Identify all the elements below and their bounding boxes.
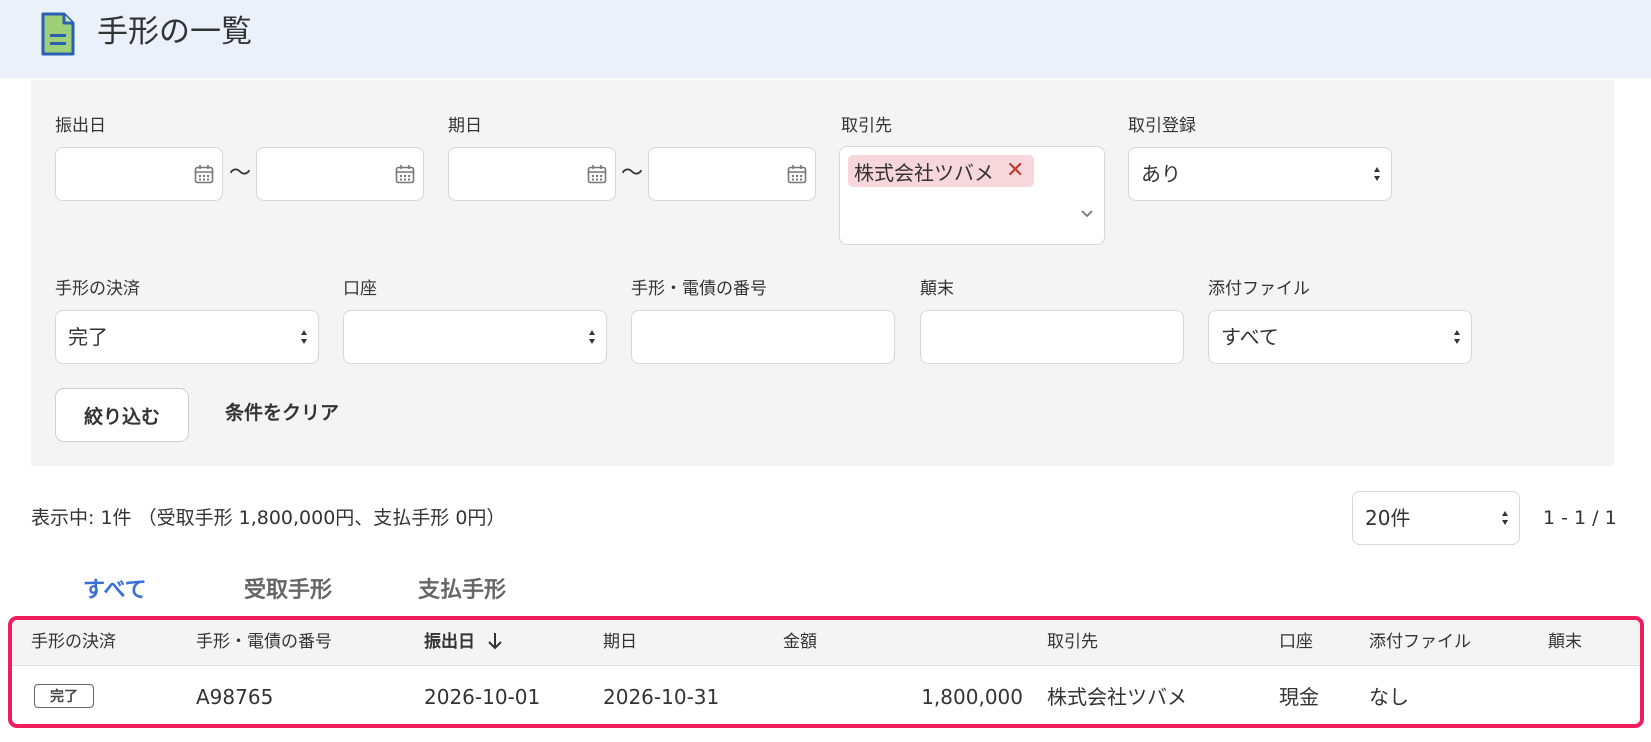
cell-attachment: なし xyxy=(1369,685,1409,709)
page-title: 手形の一覧 xyxy=(97,14,252,50)
cell-number: A98765 xyxy=(196,685,274,709)
attachment-value: すべて xyxy=(1221,325,1279,349)
tab-receivable[interactable]: 受取手形 xyxy=(244,576,332,606)
column-partner[interactable]: 取引先 xyxy=(1047,631,1098,653)
tab-payable[interactable]: 支払手形 xyxy=(418,576,506,606)
date-range-separator: 〜 xyxy=(621,161,644,186)
column-settlement[interactable]: 手形の決済 xyxy=(31,631,116,653)
column-summary[interactable]: 顛末 xyxy=(1548,631,1582,653)
column-amount[interactable]: 金額 xyxy=(783,631,817,653)
number-input[interactable] xyxy=(631,310,895,364)
status-badge: 完了 xyxy=(34,684,94,708)
bills-table: 手形の決済 手形・電債の番号 振出日 期日 金額 取引先 口座 添付ファイル 顛… xyxy=(8,616,1644,728)
partner-multiselect[interactable]: 株式会社ツバメ ✕ xyxy=(839,146,1105,245)
column-attachment[interactable]: 添付ファイル xyxy=(1369,631,1471,653)
column-issue-date-label: 振出日 xyxy=(424,632,475,652)
settlement-select[interactable]: 完了 xyxy=(55,310,319,364)
calendar-icon[interactable] xyxy=(395,164,415,184)
calendar-icon[interactable] xyxy=(587,164,607,184)
trade-registration-value: あり xyxy=(1141,162,1181,186)
cell-due-date: 2026-10-31 xyxy=(603,685,720,709)
results-summary: 表示中: 1件 （受取手形 1,800,000円、支払手形 0円） xyxy=(31,507,506,529)
due-date-to-input[interactable] xyxy=(648,147,816,201)
partner-tag: 株式会社ツバメ ✕ xyxy=(848,155,1035,187)
select-arrows-icon xyxy=(301,330,307,344)
clear-filter-button[interactable]: 条件をクリア xyxy=(225,399,339,427)
issue-date-label: 振出日 xyxy=(55,116,106,136)
page-header: 手形の一覧 xyxy=(0,0,1651,78)
select-arrows-icon xyxy=(1454,330,1460,344)
calendar-icon[interactable] xyxy=(194,164,214,184)
column-due-date[interactable]: 期日 xyxy=(603,631,637,653)
summary-input[interactable] xyxy=(920,310,1184,364)
issue-date-to-input[interactable] xyxy=(256,147,424,201)
sort-descending-icon[interactable] xyxy=(487,632,503,650)
table-header: 手形の決済 手形・電債の番号 振出日 期日 金額 取引先 口座 添付ファイル 顛… xyxy=(12,620,1640,666)
calendar-icon[interactable] xyxy=(787,164,807,184)
tag-remove-icon[interactable]: ✕ xyxy=(1006,160,1024,182)
cell-issue-date: 2026-10-01 xyxy=(424,685,541,709)
settlement-value: 完了 xyxy=(68,325,108,349)
partner-tag-label: 株式会社ツバメ xyxy=(854,160,994,185)
due-date-from-input[interactable] xyxy=(448,147,616,201)
select-arrows-icon xyxy=(1374,167,1380,181)
partner-label: 取引先 xyxy=(841,116,892,136)
select-arrows-icon xyxy=(1502,511,1508,525)
tab-all[interactable]: すべて xyxy=(83,576,147,606)
attachment-select[interactable]: すべて xyxy=(1208,310,1472,364)
trade-registration-label: 取引登録 xyxy=(1128,116,1196,136)
attachment-label: 添付ファイル xyxy=(1208,279,1310,299)
document-icon xyxy=(41,12,75,56)
settlement-label: 手形の決済 xyxy=(55,279,140,299)
per-page-value: 20件 xyxy=(1365,506,1411,530)
column-number[interactable]: 手形・電債の番号 xyxy=(196,631,332,653)
cell-amount: 1,800,000 xyxy=(921,685,1023,709)
chevron-down-icon[interactable] xyxy=(1080,209,1094,219)
account-label: 口座 xyxy=(343,279,377,299)
pagination-range: 1 - 1 / 1 xyxy=(1543,507,1617,529)
issue-date-from-input[interactable] xyxy=(55,147,223,201)
table-row[interactable]: 完了 A98765 2026-10-01 2026-10-31 1,800,00… xyxy=(12,666,1640,724)
select-arrows-icon xyxy=(589,330,595,344)
date-range-separator: 〜 xyxy=(229,161,252,186)
column-account[interactable]: 口座 xyxy=(1279,631,1313,653)
cell-account: 現金 xyxy=(1279,685,1319,709)
column-issue-date[interactable]: 振出日 xyxy=(424,631,503,653)
account-select[interactable] xyxy=(343,310,607,364)
cell-partner: 株式会社ツバメ xyxy=(1047,685,1187,709)
summary-label: 顛末 xyxy=(920,279,954,299)
number-label: 手形・電債の番号 xyxy=(631,279,767,299)
trade-registration-select[interactable]: あり xyxy=(1128,147,1392,201)
apply-filter-button[interactable]: 絞り込む xyxy=(55,388,189,442)
due-date-label: 期日 xyxy=(448,116,482,136)
per-page-select[interactable]: 20件 xyxy=(1352,491,1520,545)
